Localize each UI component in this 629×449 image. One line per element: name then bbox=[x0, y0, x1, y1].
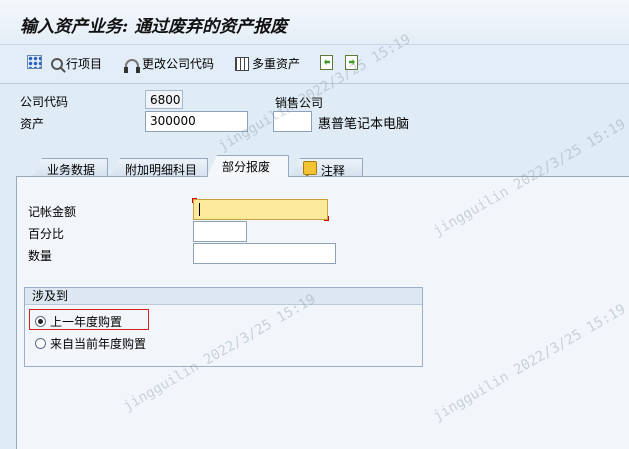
doc-back-icon bbox=[320, 55, 333, 70]
group-title: 涉及到 bbox=[25, 288, 422, 305]
line-items-button[interactable]: 行项目 bbox=[51, 55, 102, 72]
quantity-field[interactable] bbox=[193, 243, 336, 264]
tab-notes[interactable]: 注释 bbox=[290, 158, 363, 177]
tab-label: 业务数据 bbox=[47, 163, 96, 177]
radio-current-year[interactable]: 来自当前年度购置 bbox=[35, 335, 146, 352]
asset-label: 资产 bbox=[20, 117, 45, 131]
text-cursor bbox=[199, 203, 200, 216]
line-items-label: 行项目 bbox=[66, 57, 103, 71]
tab-additional-details[interactable]: 附加明细科目 bbox=[110, 158, 208, 177]
previous-button[interactable] bbox=[320, 55, 333, 70]
asset-number-field[interactable]: 300000 bbox=[145, 111, 248, 132]
percent-field[interactable] bbox=[193, 221, 247, 242]
tab-label: 部分报废 bbox=[222, 160, 271, 174]
note-icon bbox=[303, 161, 317, 175]
window-title: 输入资产业务: 通过废弃的资产报废 bbox=[20, 17, 288, 37]
sales-company-label: 销售公司 bbox=[275, 96, 324, 110]
multi-assets-label: 多重资产 bbox=[252, 57, 301, 71]
toolbar: 行项目 更改公司代码 多重资产 bbox=[0, 45, 629, 84]
change-company-button[interactable]: 更改公司代码 bbox=[124, 55, 215, 73]
headset-icon bbox=[124, 58, 140, 73]
amount-label: 记帐金额 bbox=[28, 205, 77, 219]
percent-label: 百分比 bbox=[28, 227, 65, 241]
radio-unselected-icon bbox=[35, 338, 46, 349]
next-button[interactable] bbox=[345, 55, 358, 70]
tab-partial-retirement[interactable]: 部分报废 bbox=[207, 155, 289, 177]
grid-icon bbox=[27, 55, 42, 69]
list-icon bbox=[235, 56, 249, 71]
amount-field[interactable] bbox=[192, 198, 329, 221]
title-bar: 输入资产业务: 通过废弃的资产报废 bbox=[0, 0, 629, 45]
tab-business-data[interactable]: 业务数据 bbox=[32, 158, 108, 177]
company-code-label: 公司代码 bbox=[20, 95, 69, 109]
company-code-field[interactable]: 6800 bbox=[145, 90, 183, 109]
quantity-label: 数量 bbox=[28, 249, 53, 263]
doc-forward-icon bbox=[345, 55, 358, 70]
multi-assets-button[interactable]: 多重资产 bbox=[235, 55, 300, 72]
radio-label: 来自当前年度购置 bbox=[50, 337, 147, 351]
asset-description: 惠普笔记本电脑 bbox=[318, 117, 410, 132]
tab-strip: 业务数据 附加明细科目 部分报废 注释 bbox=[0, 155, 629, 177]
overview-button[interactable] bbox=[27, 55, 42, 69]
tab-label: 附加明细科目 bbox=[125, 163, 198, 177]
asset-subnumber-field[interactable] bbox=[273, 111, 312, 132]
search-icon bbox=[51, 57, 63, 70]
change-company-label: 更改公司代码 bbox=[142, 57, 215, 71]
highlight-box bbox=[29, 309, 149, 330]
